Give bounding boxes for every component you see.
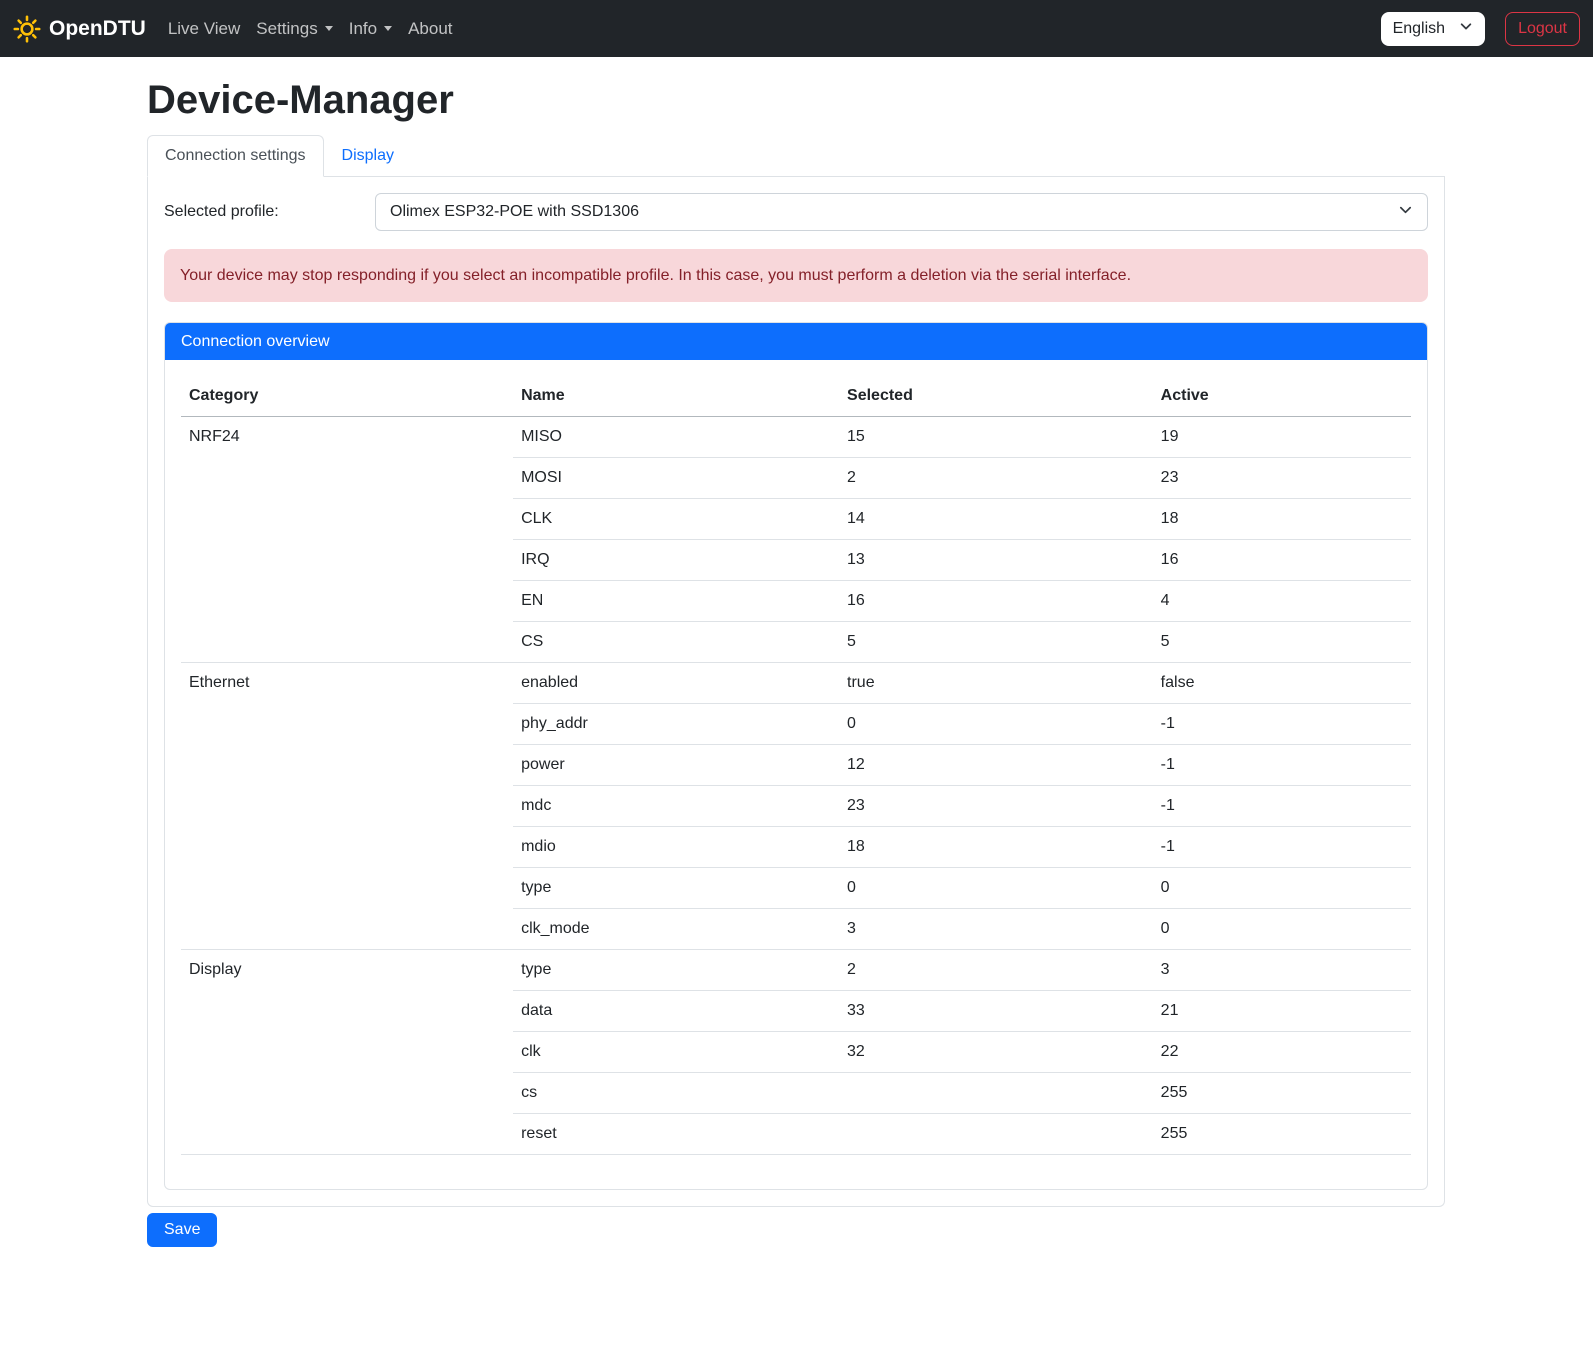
selected-cell: 12 <box>839 745 1153 786</box>
selected-cell: 2 <box>839 950 1153 991</box>
name-cell: reset <box>513 1114 839 1155</box>
tab-connection-settings[interactable]: Connection settings <box>147 135 324 177</box>
active-cell: false <box>1153 663 1411 704</box>
profile-label: Selected profile: <box>164 203 375 221</box>
column-header-active: Active <box>1153 376 1411 417</box>
navbar-right: English Logout <box>1381 12 1580 46</box>
name-cell: phy_addr <box>513 704 839 745</box>
active-cell: 18 <box>1153 499 1411 540</box>
column-header-selected: Selected <box>839 376 1153 417</box>
selected-cell: 0 <box>839 704 1153 745</box>
active-cell: -1 <box>1153 827 1411 868</box>
name-cell: CLK <box>513 499 839 540</box>
main-content: Device-Manager Connection settingsDispla… <box>147 78 1445 1247</box>
chevron-down-icon <box>1398 202 1413 222</box>
column-header-name: Name <box>513 376 839 417</box>
active-cell: 0 <box>1153 868 1411 909</box>
tab-display[interactable]: Display <box>324 135 412 177</box>
active-cell: 255 <box>1153 1073 1411 1114</box>
active-cell: -1 <box>1153 745 1411 786</box>
name-cell: IRQ <box>513 540 839 581</box>
connection-overview-body: CategoryNameSelectedActive NRF24MISO1519… <box>165 360 1427 1189</box>
active-cell: 21 <box>1153 991 1411 1032</box>
category-cell-ethernet: Ethernet <box>181 663 513 950</box>
selected-cell: 23 <box>839 786 1153 827</box>
name-cell: type <box>513 868 839 909</box>
save-button[interactable]: Save <box>147 1213 217 1247</box>
name-cell: mdio <box>513 827 839 868</box>
name-cell: type <box>513 950 839 991</box>
selected-cell: 0 <box>839 868 1153 909</box>
active-cell: 0 <box>1153 909 1411 950</box>
table-row: NRF24MISO1519 <box>181 417 1411 458</box>
name-cell: EN <box>513 581 839 622</box>
name-cell: clk_mode <box>513 909 839 950</box>
selected-cell: 3 <box>839 909 1153 950</box>
selected-cell <box>839 1114 1153 1155</box>
nav-item-info[interactable]: Info <box>349 19 392 39</box>
active-cell: 16 <box>1153 540 1411 581</box>
connection-overview-card: Connection overview CategoryNameSelected… <box>164 322 1428 1190</box>
name-cell: clk <box>513 1032 839 1073</box>
selected-cell: 13 <box>839 540 1153 581</box>
selected-cell: 16 <box>839 581 1153 622</box>
category-cell-display: Display <box>181 950 513 1155</box>
page-title: Device-Manager <box>147 78 1445 123</box>
chevron-down-icon <box>325 26 333 31</box>
incompatible-profile-alert: Your device may stop responding if you s… <box>164 249 1428 302</box>
selected-cell: 2 <box>839 458 1153 499</box>
connection-overview-table: CategoryNameSelectedActive NRF24MISO1519… <box>181 376 1411 1155</box>
active-cell: 4 <box>1153 581 1411 622</box>
selected-cell: 18 <box>839 827 1153 868</box>
selected-cell: 32 <box>839 1032 1153 1073</box>
selected-cell: true <box>839 663 1153 704</box>
active-cell: -1 <box>1153 704 1411 745</box>
active-cell: 19 <box>1153 417 1411 458</box>
nav-item-about[interactable]: About <box>408 19 452 39</box>
connection-settings-panel: Selected profile: Olimex ESP32-POE with … <box>147 177 1445 1207</box>
active-cell: 255 <box>1153 1114 1411 1155</box>
name-cell: MOSI <box>513 458 839 499</box>
nav-item-settings[interactable]: Settings <box>256 19 332 39</box>
chevron-down-icon <box>384 26 392 31</box>
name-cell: cs <box>513 1073 839 1114</box>
table-header: CategoryNameSelectedActive <box>181 376 1411 417</box>
name-cell: data <box>513 991 839 1032</box>
selected-cell: 14 <box>839 499 1153 540</box>
language-select-value: English <box>1393 20 1445 38</box>
name-cell: CS <box>513 622 839 663</box>
profile-row: Selected profile: Olimex ESP32-POE with … <box>164 193 1428 231</box>
logout-button[interactable]: Logout <box>1505 12 1580 46</box>
tab-bar: Connection settingsDisplay <box>147 135 1445 177</box>
table-row: Displaytype23 <box>181 950 1411 991</box>
active-cell: 5 <box>1153 622 1411 663</box>
selected-cell: 5 <box>839 622 1153 663</box>
language-select[interactable]: English <box>1381 12 1485 46</box>
chevron-down-icon <box>1459 19 1473 38</box>
category-cell-nrf24: NRF24 <box>181 417 513 663</box>
column-header-category: Category <box>181 376 513 417</box>
selected-cell: 33 <box>839 991 1153 1032</box>
profile-select-value: Olimex ESP32-POE with SSD1306 <box>390 203 639 221</box>
connection-overview-header: Connection overview <box>165 323 1427 360</box>
active-cell: -1 <box>1153 786 1411 827</box>
navbar-menu: Live View Settings Info About <box>168 19 453 39</box>
active-cell: 3 <box>1153 950 1411 991</box>
navbar: OpenDTU Live View Settings Info About Engli… <box>0 0 1593 57</box>
active-cell: 23 <box>1153 458 1411 499</box>
profile-select[interactable]: Olimex ESP32-POE with SSD1306 <box>375 193 1428 231</box>
name-cell: MISO <box>513 417 839 458</box>
brand-label: OpenDTU <box>49 17 146 41</box>
active-cell: 22 <box>1153 1032 1411 1073</box>
name-cell: mdc <box>513 786 839 827</box>
brand-link[interactable]: OpenDTU <box>13 15 146 43</box>
name-cell: enabled <box>513 663 839 704</box>
table-row: Ethernetenabledtruefalse <box>181 663 1411 704</box>
nav-item-live-view[interactable]: Live View <box>168 19 240 39</box>
sun-icon <box>13 15 41 43</box>
selected-cell <box>839 1073 1153 1114</box>
selected-cell: 15 <box>839 417 1153 458</box>
name-cell: power <box>513 745 839 786</box>
